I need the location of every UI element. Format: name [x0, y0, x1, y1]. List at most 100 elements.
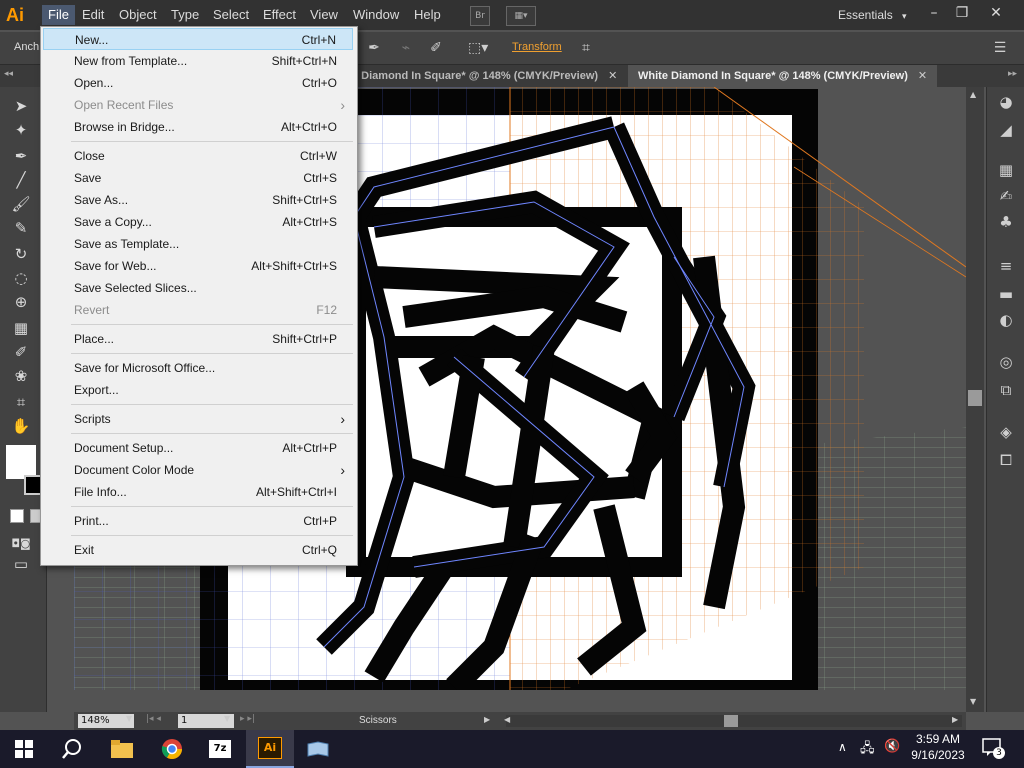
first-page-icon[interactable]: |◂ ◂: [146, 714, 161, 724]
horizontal-scrollbar[interactable]: ◀ ▶: [504, 715, 962, 727]
file-menu-item-browse-in-bridge[interactable]: Browse in Bridge... Alt+Ctrl+O: [43, 116, 353, 138]
action-center-button[interactable]: 3: [982, 738, 1005, 759]
file-menu-item-document-setup[interactable]: Document Setup... Alt+Ctrl+P: [43, 437, 353, 459]
menu-help[interactable]: Help: [408, 5, 447, 25]
file-menu-item-file-info[interactable]: File Info... Alt+Shift+Ctrl+I: [43, 481, 353, 503]
close-icon[interactable]: ✕: [608, 70, 617, 82]
scroll-down-icon[interactable]: ▼: [970, 697, 976, 706]
fill-swatch[interactable]: [6, 445, 36, 479]
menu-file[interactable]: File: [42, 5, 75, 25]
file-menu-item-document-color-mode[interactable]: Document Color Mode ›: [43, 459, 353, 481]
menu-select[interactable]: Select: [207, 5, 255, 25]
file-menu-item-close[interactable]: Close Ctrl+W: [43, 145, 353, 167]
transparency-panel-icon[interactable]: ◐: [995, 309, 1017, 331]
file-menu-item-place[interactable]: Place... Shift+Ctrl+P: [43, 328, 353, 350]
symbols-panel-icon[interactable]: ♣: [995, 211, 1017, 233]
restore-button[interactable]: ❐: [948, 2, 976, 24]
horizontal-scroll-thumb[interactable]: [724, 715, 738, 727]
file-menu-item-save[interactable]: Save Ctrl+S: [43, 167, 353, 189]
file-menu-item-new-from-template[interactable]: New from Template... Shift+Ctrl+N: [43, 50, 353, 72]
file-menu-item-save-a-copy[interactable]: Save a Copy... Alt+Ctrl+S: [43, 211, 353, 233]
volume-muted-icon[interactable]: 🔇: [884, 739, 900, 754]
scroll-left-icon[interactable]: ◀: [504, 715, 510, 724]
scroll-up-icon[interactable]: ▲: [970, 90, 976, 99]
menu-view[interactable]: View: [304, 5, 344, 25]
transform-link[interactable]: Transform: [512, 41, 562, 53]
file-menu-item-scripts[interactable]: Scripts ›: [43, 408, 353, 430]
tray-overflow-icon[interactable]: ∧: [838, 740, 847, 754]
paintbrush-tool-icon[interactable]: 🖌: [10, 193, 32, 215]
shape-builder-tool-icon[interactable]: ⊕: [10, 291, 32, 313]
bridge-button[interactable]: Br: [470, 6, 490, 26]
file-menu-item-open[interactable]: Open... Ctrl+O: [43, 72, 353, 94]
pen-tool-icon[interactable]: ✒: [10, 145, 32, 167]
panel-menu-icon[interactable]: ☰: [990, 39, 1010, 57]
chevron-down-icon[interactable]: ▼: [126, 714, 132, 723]
artboard-tool-icon[interactable]: ⌗: [10, 391, 32, 413]
arrange-documents-button[interactable]: ▦▾: [506, 6, 536, 26]
7zip-button[interactable]: 7z: [196, 730, 244, 768]
symbol-sprayer-tool-icon[interactable]: ❀: [10, 365, 32, 387]
color-mode-icon[interactable]: [10, 509, 24, 523]
app-button[interactable]: [294, 730, 342, 768]
chrome-button[interactable]: [148, 730, 196, 768]
menu-window[interactable]: Window: [347, 5, 405, 25]
menu-type[interactable]: Type: [165, 5, 205, 25]
pen-convert-icon[interactable]: ✒: [364, 39, 384, 57]
magic-wand-tool-icon[interactable]: ✦: [10, 119, 32, 141]
tab-document-1[interactable]: e Diamond In Square* @ 148% (CMYK/Previe…: [342, 65, 627, 87]
menu-effect[interactable]: Effect: [257, 5, 302, 25]
rotate-tool-icon[interactable]: ↻: [10, 243, 32, 265]
layers-panel-icon[interactable]: ◈: [995, 421, 1017, 443]
cut-path-icon[interactable]: ⌁: [396, 39, 416, 57]
align-icon[interactable]: ⬚▾: [468, 39, 488, 57]
tab-document-2[interactable]: White Diamond In Square* @ 148% (CMYK/Pr…: [628, 65, 938, 87]
stroke-panel-icon[interactable]: ≡: [995, 255, 1017, 277]
file-menu-item-exit[interactable]: Exit Ctrl+Q: [43, 539, 353, 561]
file-menu-item-export[interactable]: Export...: [43, 379, 353, 401]
file-menu-item-save-selected-slices[interactable]: Save Selected Slices...: [43, 277, 353, 299]
swatches-panel-icon[interactable]: ▦: [995, 159, 1017, 181]
line-tool-icon[interactable]: ╱: [10, 169, 32, 191]
start-button[interactable]: [0, 730, 48, 768]
isolate-icon[interactable]: ⌗: [576, 39, 596, 57]
vertical-scrollbar[interactable]: ▲ ▼: [966, 87, 984, 712]
clock-time[interactable]: 3:59 AM: [912, 732, 964, 746]
clock-date[interactable]: 9/16/2023: [906, 748, 970, 762]
menu-object[interactable]: Object: [113, 5, 163, 25]
color-guide-icon[interactable]: ◢: [995, 119, 1017, 141]
scroll-right-icon[interactable]: ▶: [952, 715, 958, 724]
screen-mode-icon[interactable]: ▭: [10, 553, 32, 575]
minimize-button[interactable]: –: [920, 2, 948, 24]
workspace-switcher[interactable]: Essentials ▾: [838, 5, 907, 25]
drawing-modes-icon[interactable]: ◘◙: [10, 533, 32, 555]
selection-tool-icon[interactable]: ➤: [10, 95, 32, 117]
next-page-icon[interactable]: ▸ ▸|: [240, 714, 255, 724]
vertical-scroll-thumb[interactable]: [968, 390, 982, 406]
graphic-styles-icon[interactable]: ⧉: [995, 379, 1017, 401]
search-button[interactable]: [48, 730, 96, 768]
illustrator-taskbar-button[interactable]: Ai: [246, 730, 294, 768]
chevron-down-icon[interactable]: ▼: [224, 714, 230, 723]
eyedropper-tool-icon[interactable]: ✐: [10, 341, 32, 363]
gradient-panel-icon[interactable]: ▬: [995, 283, 1017, 305]
expand-panels-icon[interactable]: ▸▸: [1008, 69, 1017, 79]
close-window-button[interactable]: ✕: [982, 2, 1010, 24]
appearance-panel-icon[interactable]: ◎: [995, 351, 1017, 373]
status-menu-icon[interactable]: ▶: [484, 715, 490, 724]
file-menu-item-save-for-web[interactable]: Save for Web... Alt+Shift+Ctrl+S: [43, 255, 353, 277]
menu-edit[interactable]: Edit: [76, 5, 110, 25]
warp-tool-icon[interactable]: ◌: [10, 267, 32, 289]
hand-tool-icon[interactable]: ✋: [10, 415, 32, 437]
color-panel-icon[interactable]: ◕: [995, 91, 1017, 113]
artboards-panel-icon[interactable]: ⧠: [995, 449, 1017, 471]
mesh-tool-icon[interactable]: ▦: [10, 317, 32, 339]
brushes-panel-icon[interactable]: ✍: [995, 185, 1017, 207]
remove-anchor-icon[interactable]: ✐: [426, 39, 446, 57]
network-icon[interactable]: 🖧: [860, 739, 875, 761]
file-menu-item-save-for-microsoft-office[interactable]: Save for Microsoft Office...: [43, 357, 353, 379]
close-icon[interactable]: ✕: [918, 70, 927, 82]
file-menu-item-print[interactable]: Print... Ctrl+P: [43, 510, 353, 532]
file-menu-item-save-as[interactable]: Save As... Shift+Ctrl+S: [43, 189, 353, 211]
collapse-tools-icon[interactable]: ◂◂: [4, 69, 13, 79]
